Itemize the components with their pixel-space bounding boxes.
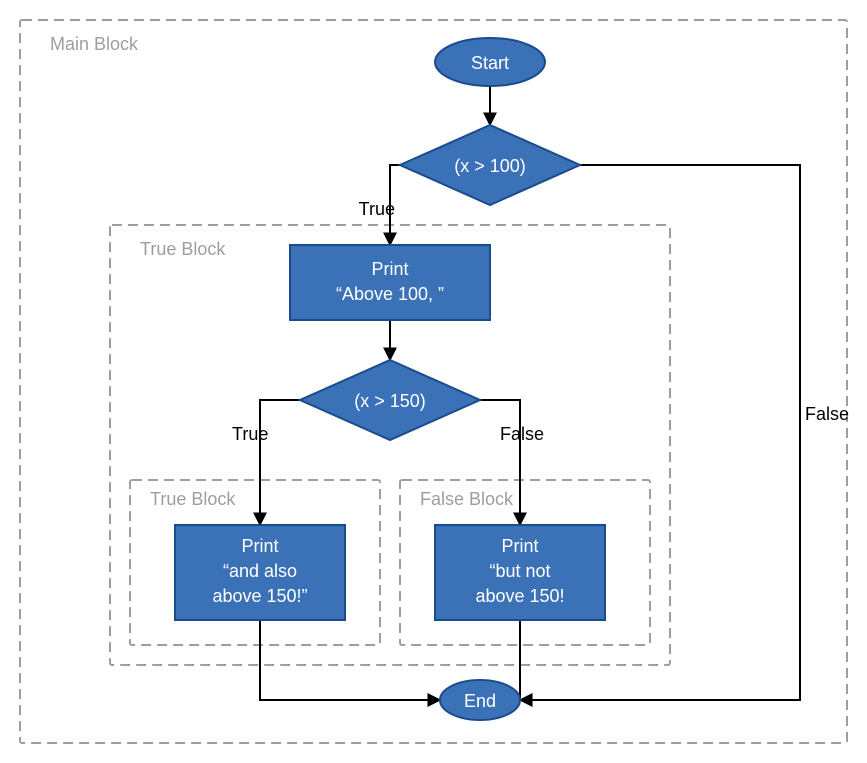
edge-cond2-false-label: False bbox=[500, 424, 544, 444]
process-node-print2a-line1: Print bbox=[241, 536, 278, 556]
process-node-print2b-line1: Print bbox=[501, 536, 538, 556]
process-node-print1 bbox=[290, 245, 490, 320]
process-node-print2a-line2: “and also bbox=[223, 561, 297, 581]
process-node-print2b-line2: “but not bbox=[489, 561, 550, 581]
decision-node-1-label: (x > 100) bbox=[454, 156, 526, 176]
decision-node-2-label: (x > 150) bbox=[354, 391, 426, 411]
edge-cond1-true-label: True bbox=[359, 199, 395, 219]
process-node-print1-line2: “Above 100, ” bbox=[336, 284, 444, 304]
start-node-label: Start bbox=[471, 53, 509, 73]
edge-cond1-false-label: False bbox=[805, 404, 849, 424]
process-node-print1-line1: Print bbox=[371, 259, 408, 279]
process-node-print2a-line3: above 150!” bbox=[212, 586, 307, 606]
edge-cond2-true bbox=[260, 400, 300, 525]
process-node-print2b-line3: above 150! bbox=[475, 586, 564, 606]
edge-cond2-true-label: True bbox=[232, 424, 268, 444]
end-node-label: End bbox=[464, 691, 496, 711]
true-block-inner-label: True Block bbox=[150, 489, 236, 509]
true-block-outer-label: True Block bbox=[140, 239, 226, 259]
edge-print2a-to-end bbox=[260, 620, 440, 700]
false-block-inner-label: False Block bbox=[420, 489, 514, 509]
main-block-label: Main Block bbox=[50, 34, 139, 54]
